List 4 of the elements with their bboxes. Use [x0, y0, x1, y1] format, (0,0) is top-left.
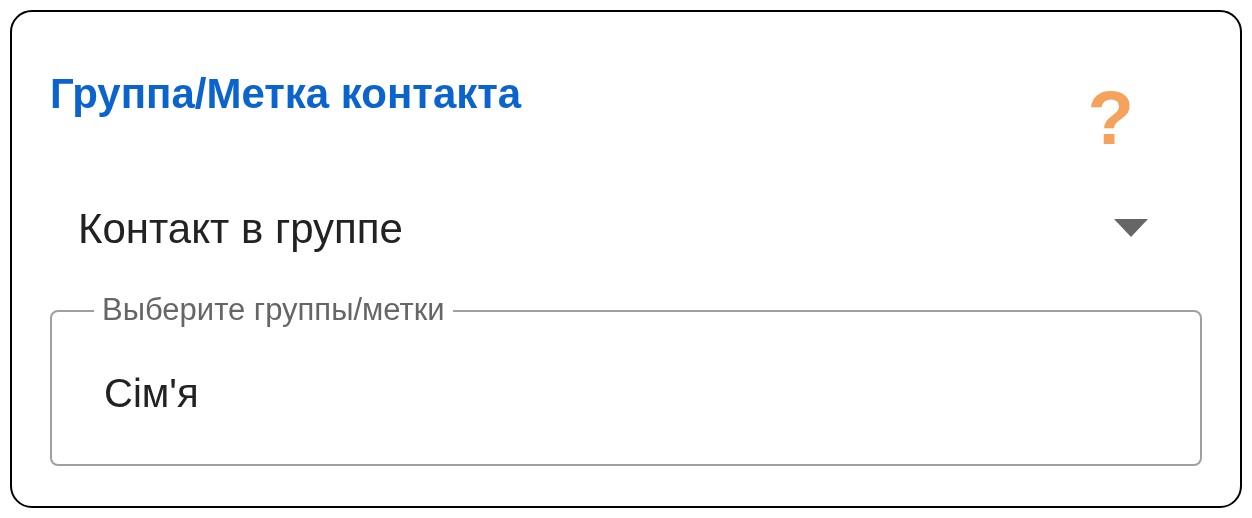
caret-icon [1114, 219, 1148, 237]
field-value: Сім'я [104, 370, 199, 417]
section-title: Группа/Метка контакта [50, 69, 522, 119]
group-select[interactable]: Контакт в группе [50, 196, 1202, 260]
